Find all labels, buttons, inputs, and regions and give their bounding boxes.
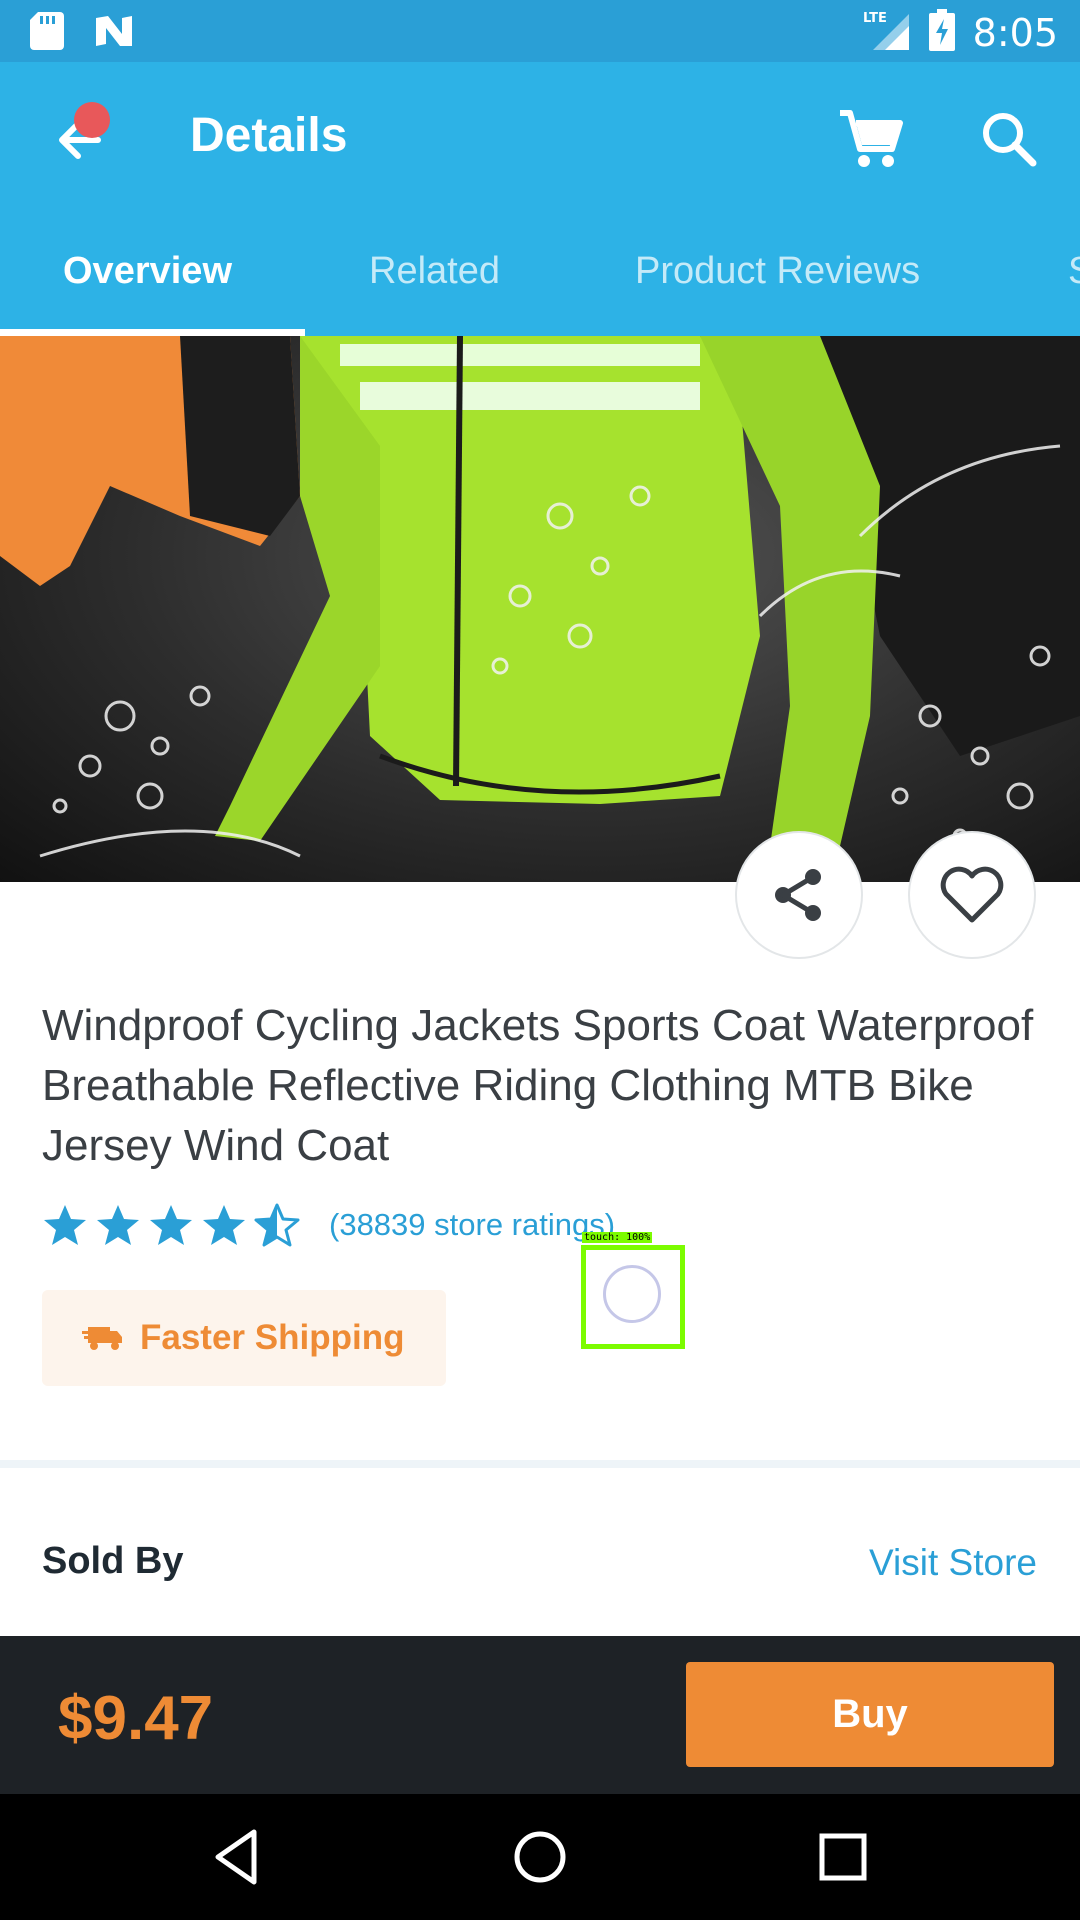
star-icon [150,1205,192,1245]
truck-icon [82,1327,122,1350]
nav-back-button[interactable] [204,1824,270,1890]
share-button[interactable] [735,831,863,959]
shipping-label: Faster Shipping [140,1318,405,1357]
tab-related[interactable]: Related [369,250,500,293]
nav-back-icon [215,1829,257,1885]
jacket-illustration [0,336,1080,858]
sd-card-icon [30,12,64,55]
product-title: Windproof Cycling Jackets Sports Coat Wa… [42,1001,1034,1170]
rating-row[interactable]: (38839 store ratings) [42,1202,615,1248]
nav-home-button[interactable] [507,1824,573,1890]
search-icon [983,113,1037,167]
visit-store-link[interactable]: Visit Store [869,1542,1037,1584]
cart-icon [840,110,903,167]
sold-by-heading: Sold By [42,1540,184,1582]
nav-home-icon [514,1831,566,1883]
star-half-icon [254,1203,300,1247]
share-icon [775,869,821,921]
star-icon [203,1205,245,1245]
cart-button[interactable] [836,105,906,175]
tab-overview[interactable]: Overview [63,250,232,293]
buy-button[interactable]: Buy [686,1662,1054,1767]
star-icon [97,1205,139,1245]
status-bar: LTE 8:05 [0,0,1080,62]
tab-more[interactable]: S [1068,250,1080,293]
app-bar [0,62,1080,336]
touch-indicator-label: touch: 100% [582,1232,653,1243]
faster-shipping-badge: Faster Shipping [42,1290,446,1386]
nav-recents-icon [819,1833,867,1881]
nav-recents-button[interactable] [810,1824,876,1890]
n-notification-icon [94,14,134,53]
star-icon [44,1205,86,1245]
tab-product-reviews[interactable]: Product Reviews [635,250,920,293]
rating-count[interactable]: (38839 store ratings) [329,1207,615,1243]
tab-indicator [0,329,305,336]
section-divider [0,1460,1080,1468]
touch-indicator-circle [603,1265,661,1323]
notification-dot [74,102,110,138]
heart-icon [940,866,1004,923]
signal-icon: LTE [863,8,911,57]
price: $9.47 [58,1684,214,1753]
favorite-button[interactable] [908,831,1036,959]
search-button[interactable] [975,105,1045,175]
battery-icon [928,9,955,56]
product-image[interactable] [0,336,1080,882]
page-title: Details [190,109,348,162]
svg-text:LTE: LTE [863,11,887,26]
system-nav-bar [0,1794,1080,1920]
status-time: 8:05 [972,10,1058,55]
